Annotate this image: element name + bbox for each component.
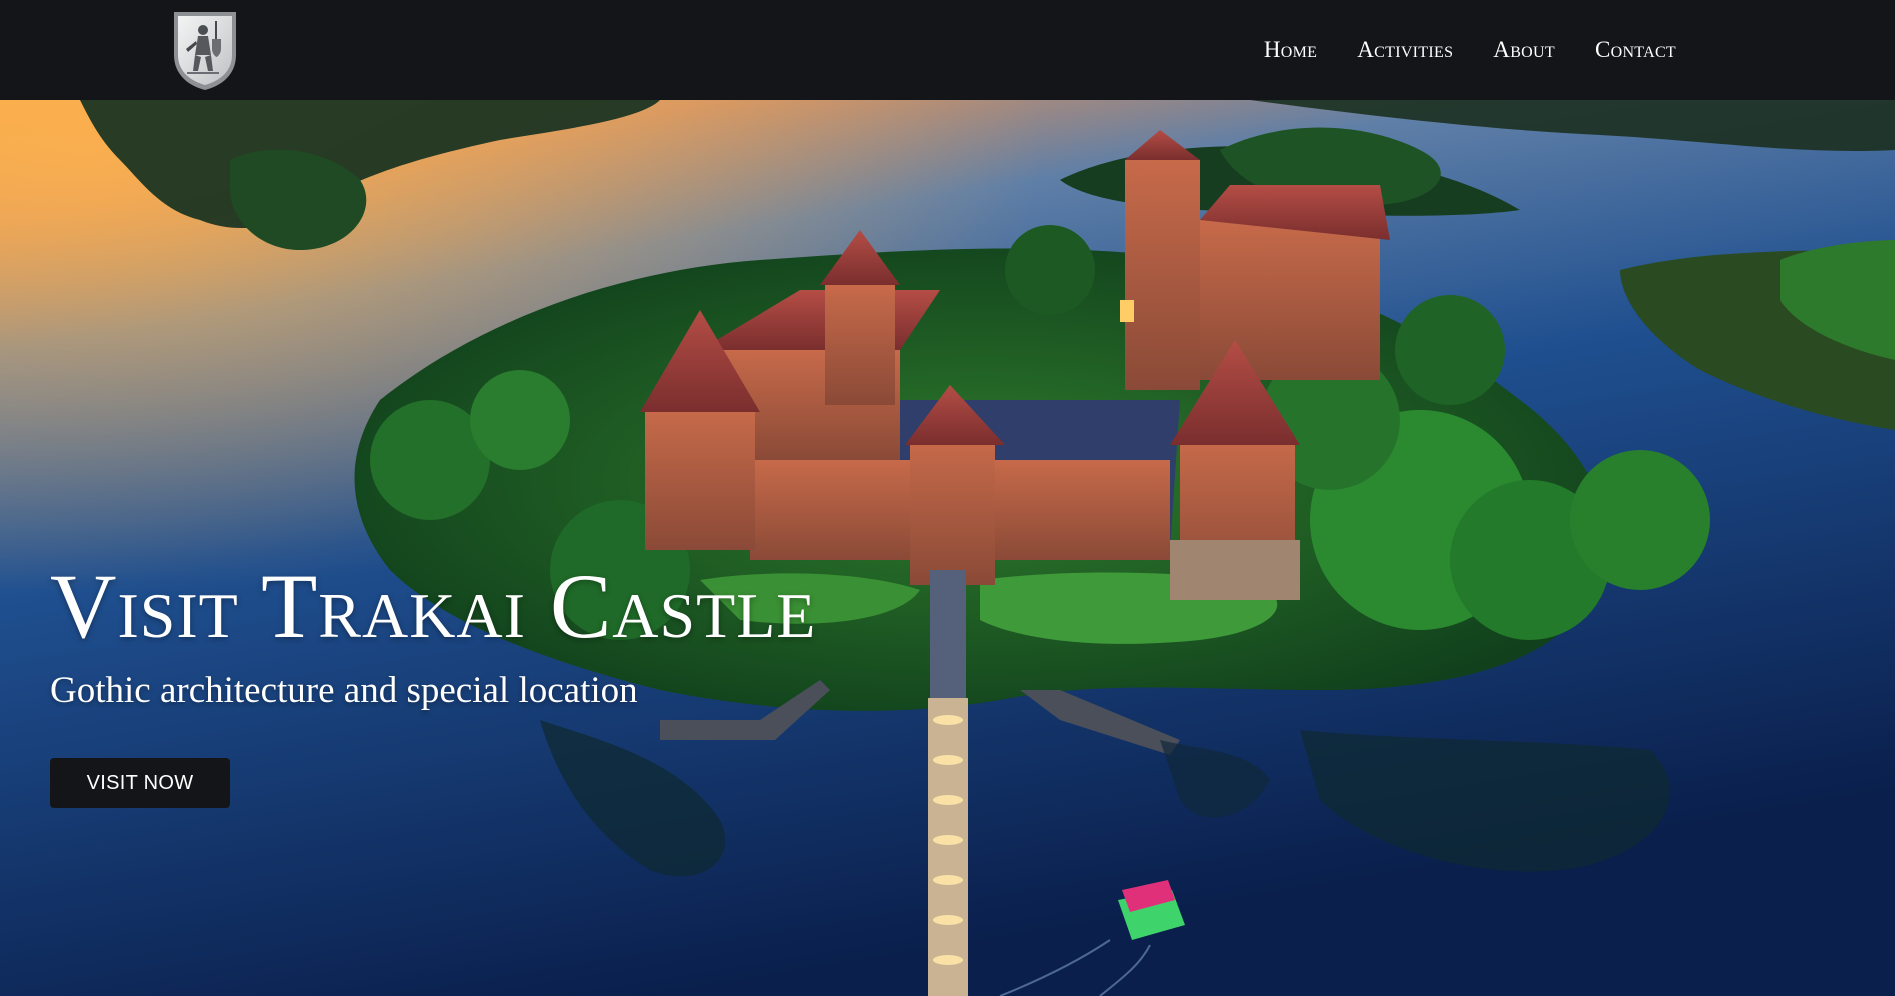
hero-subtitle: Gothic architecture and special location bbox=[50, 670, 638, 711]
logo-link[interactable] bbox=[171, 9, 239, 92]
coat-of-arms-knight-icon bbox=[174, 12, 236, 90]
hero-title: Visit Trakai Castle bbox=[50, 555, 817, 657]
main-nav: Home Activities About Contact bbox=[1264, 0, 1676, 100]
top-navbar: Home Activities About Contact bbox=[0, 0, 1895, 100]
hero-section: Visit Trakai Castle Gothic architecture … bbox=[0, 100, 1895, 996]
nav-contact-link[interactable]: Contact bbox=[1595, 37, 1676, 63]
nav-activities-link[interactable]: Activities bbox=[1357, 37, 1453, 63]
hero-background-image bbox=[0, 100, 1895, 996]
nav-home-link[interactable]: Home bbox=[1264, 37, 1317, 63]
nav-about-link[interactable]: About bbox=[1493, 37, 1555, 63]
visit-now-button[interactable]: VISIT NOW bbox=[50, 758, 230, 808]
